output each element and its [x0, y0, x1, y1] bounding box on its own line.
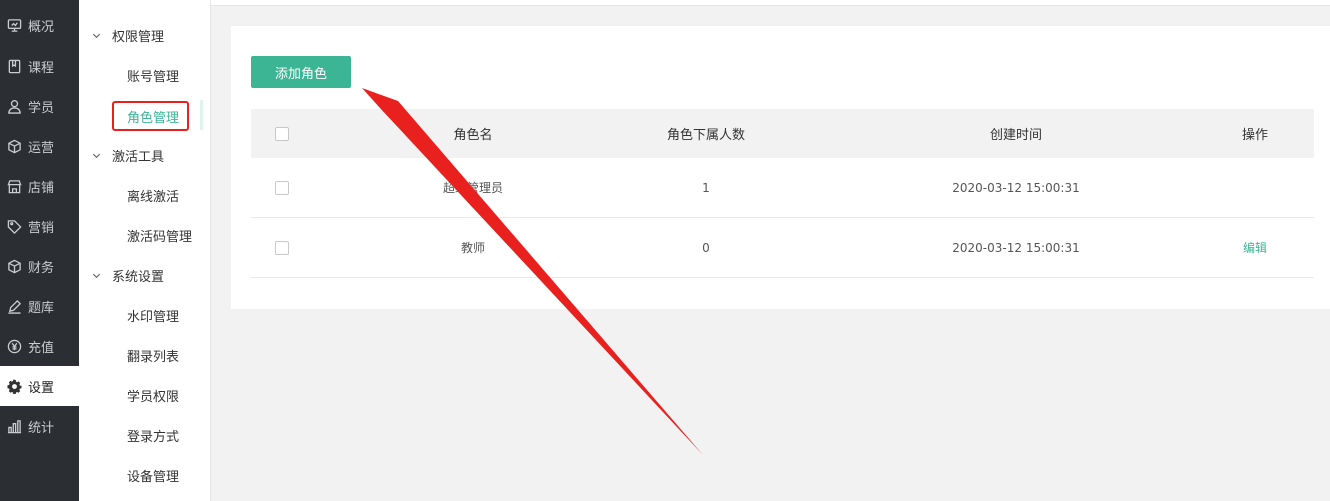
submenu-item-watermark[interactable]: 水印管理	[79, 295, 211, 335]
bar-chart-icon	[6, 418, 22, 434]
submenu-group-activation[interactable]: 激活工具	[79, 135, 211, 175]
nav-label: 课程	[28, 60, 55, 76]
add-role-button[interactable]: 添加角色	[251, 56, 351, 88]
submenu-group-label: 权限管理	[112, 29, 165, 45]
nav-label: 营销	[28, 220, 55, 236]
roles-panel: 添加角色 角色名 角色下属人数 创建时间 操作 超级管理员 1 2020-03-…	[231, 26, 1330, 309]
header-actions: 操作	[1241, 128, 1268, 143]
top-strip	[211, 0, 1330, 6]
nav-label: 统计	[28, 420, 55, 436]
nav-item-course[interactable]: 课程	[0, 46, 79, 86]
nav-item-overview[interactable]: 概况	[0, 5, 79, 45]
select-all-checkbox[interactable]	[275, 126, 289, 141]
main-nav: 概况 课程 学员 运营 店铺 营销 财务 题库 充值 设置 统计	[0, 0, 79, 501]
nav-label: 题库	[28, 300, 55, 316]
nav-item-finance[interactable]: 财务	[0, 246, 79, 286]
submenu-item-label: 账号管理	[127, 69, 180, 85]
submenu-item-login-methods[interactable]: 登录方式	[79, 415, 211, 455]
settings-submenu: 权限管理 账号管理 角色管理 激活工具 离线激活 激活码管理 系统设置 水印管理…	[79, 0, 211, 501]
book-icon	[6, 58, 22, 74]
gear-icon	[6, 378, 22, 394]
created-time: 2020-03-12 15:00:31	[952, 180, 1080, 195]
roles-table: 角色名 角色下属人数 创建时间 操作 超级管理员 1 2020-03-12 15…	[251, 109, 1314, 278]
chevron-down-icon	[90, 269, 102, 281]
header-role-name: 角色名	[453, 128, 493, 143]
nav-label: 概况	[28, 19, 55, 35]
role-name: 教师	[460, 241, 485, 255]
table-row: 教师 0 2020-03-12 15:00:31 编辑	[251, 218, 1314, 278]
submenu-group-label: 系统设置	[112, 269, 165, 285]
row-actions	[1219, 158, 1291, 217]
submenu-item-devices[interactable]: 设备管理	[79, 455, 211, 495]
table-header: 角色名 角色下属人数 创建时间 操作	[251, 109, 1314, 158]
box-icon	[6, 258, 22, 274]
submenu-item-label: 角色管理	[127, 110, 180, 126]
tag-icon	[6, 218, 22, 234]
row-checkbox[interactable]	[275, 180, 289, 195]
submenu-item-label: 登录方式	[127, 429, 180, 445]
member-count: 1	[702, 180, 710, 195]
user-icon	[6, 98, 22, 114]
chevron-down-icon	[90, 149, 102, 161]
table-row: 超级管理员 1 2020-03-12 15:00:31	[251, 158, 1314, 218]
submenu-item-label: 翻录列表	[127, 349, 180, 365]
nav-label: 充值	[28, 340, 55, 356]
shop-icon	[6, 178, 22, 194]
created-time: 2020-03-12 15:00:31	[952, 240, 1080, 255]
submenu-item-student-permissions[interactable]: 学员权限	[79, 375, 211, 415]
member-count: 0	[702, 240, 710, 255]
nav-label: 学员	[28, 100, 55, 116]
header-created-time: 创建时间	[989, 128, 1042, 143]
submenu-item-activation-codes[interactable]: 激活码管理	[79, 215, 211, 255]
monitor-icon	[6, 17, 22, 33]
nav-item-marketing[interactable]: 营销	[0, 206, 79, 246]
nav-label: 店铺	[28, 180, 55, 196]
nav-label: 运营	[28, 140, 55, 156]
submenu-item-label: 水印管理	[127, 309, 180, 325]
yen-icon	[6, 338, 22, 354]
nav-item-operations[interactable]: 运营	[0, 126, 79, 166]
submenu-group-label: 激活工具	[112, 149, 165, 165]
select-all-cell	[271, 109, 293, 158]
nav-item-question-bank[interactable]: 题库	[0, 286, 79, 326]
submenu-group-system[interactable]: 系统设置	[79, 255, 211, 295]
submenu-item-label: 激活码管理	[127, 229, 193, 245]
submenu-item-label: 设备管理	[127, 469, 180, 485]
nav-item-settings[interactable]: 设置	[0, 366, 79, 406]
nav-label: 设置	[28, 380, 55, 396]
row-select-cell	[271, 218, 293, 277]
row-actions: 编辑	[1219, 218, 1291, 277]
row-checkbox[interactable]	[275, 240, 289, 255]
role-name: 超级管理员	[442, 181, 503, 195]
submenu-item-recording-list[interactable]: 翻录列表	[79, 335, 211, 375]
submenu-group-permissions[interactable]: 权限管理	[79, 15, 211, 55]
edit-role-link[interactable]: 编辑	[1243, 239, 1267, 256]
submenu-item-label: 学员权限	[127, 389, 180, 405]
submenu-item-label: 离线激活	[127, 189, 180, 205]
row-select-cell	[271, 158, 293, 217]
submenu-item-accounts[interactable]: 账号管理	[79, 55, 211, 95]
submenu-item-offline-activation[interactable]: 离线激活	[79, 175, 211, 215]
nav-item-students[interactable]: 学员	[0, 86, 79, 126]
nav-item-statistics[interactable]: 统计	[0, 406, 79, 446]
pencil-icon	[6, 298, 22, 314]
nav-label: 财务	[28, 260, 55, 276]
active-indicator	[200, 100, 203, 130]
chevron-down-icon	[90, 29, 102, 41]
cube-icon	[6, 138, 22, 154]
nav-item-recharge[interactable]: 充值	[0, 326, 79, 366]
submenu-item-roles[interactable]: 角色管理	[79, 100, 211, 132]
header-member-count: 角色下属人数	[666, 128, 745, 143]
nav-item-shop[interactable]: 店铺	[0, 166, 79, 206]
